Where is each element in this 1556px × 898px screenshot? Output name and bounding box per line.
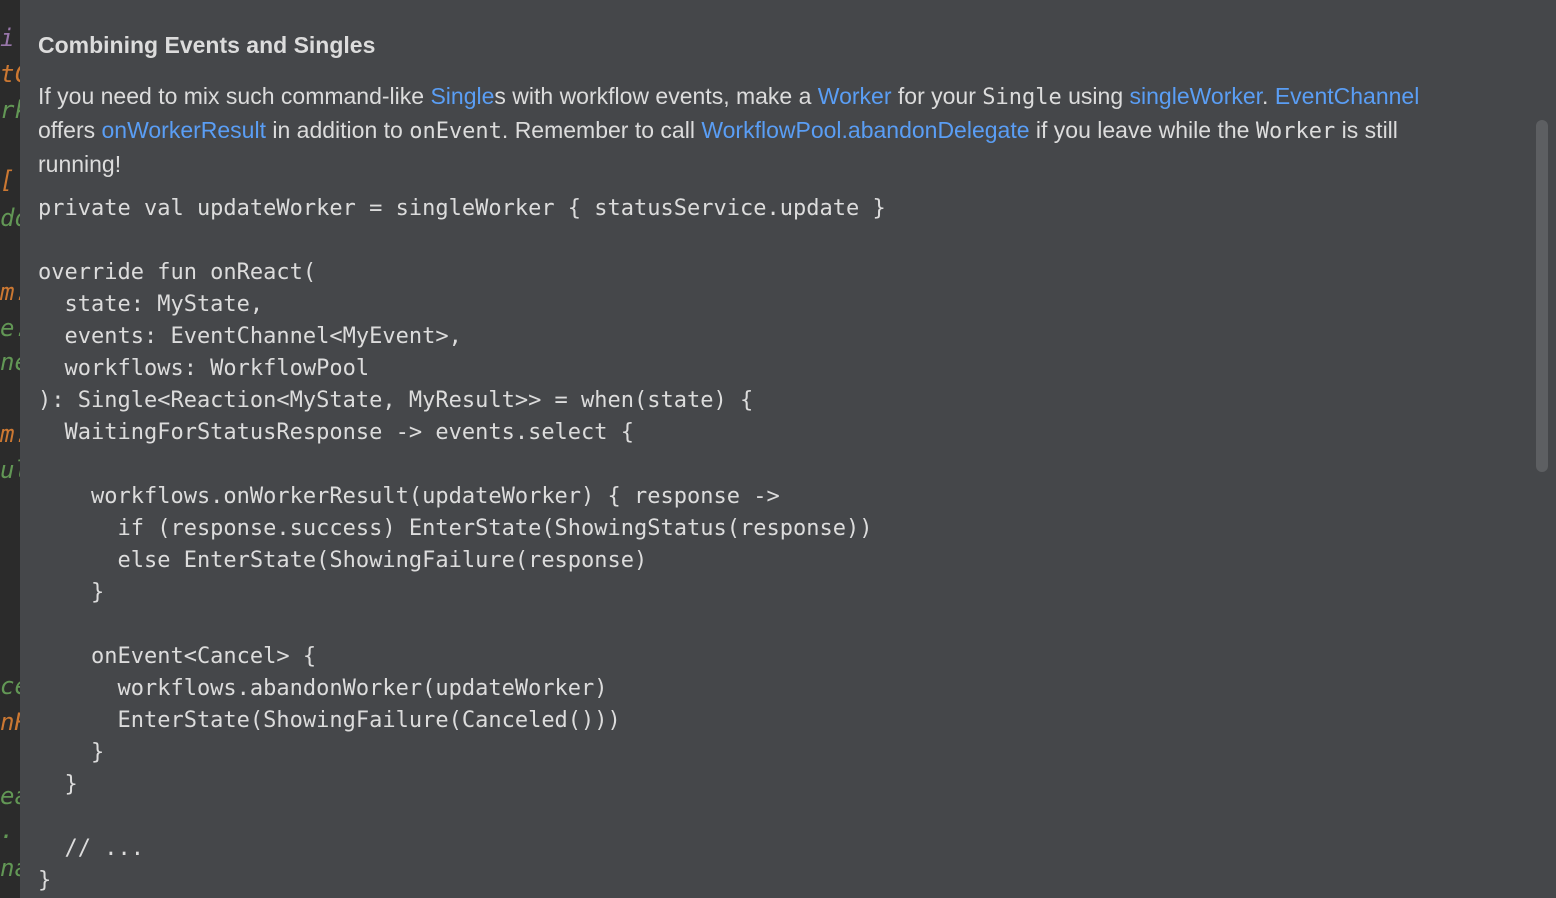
gutter-code-fragment: do: [0, 204, 20, 232]
documentation-popup: Combining Events and Singles If you need…: [20, 0, 1556, 898]
inline-code-worker: Worker: [1255, 119, 1336, 144]
link-event-channel[interactable]: EventChannel: [1275, 83, 1420, 109]
gutter-code-fragment: e.: [0, 314, 20, 342]
gutter-code-fragment: tC: [0, 60, 20, 88]
vertical-scrollbar-thumb[interactable]: [1536, 120, 1548, 472]
gutter-code-fragment: rk: [0, 96, 20, 124]
code-sample: private val updateWorker = singleWorker …: [38, 196, 886, 893]
gutter-code-fragment: m.: [0, 420, 20, 448]
doc-text: in addition to: [265, 117, 410, 143]
gutter-code-fragment: ea: [0, 782, 20, 810]
doc-text: . Remember to call: [501, 117, 702, 143]
gutter-code-fragment: .: [0, 816, 15, 844]
doc-text: if you leave while the: [1029, 117, 1256, 143]
link-abandon-delegate[interactable]: WorkflowPool.abandonDelegate: [701, 117, 1029, 143]
gutter-code-fragment: m.: [0, 278, 20, 306]
link-worker[interactable]: Worker: [818, 83, 892, 109]
inline-code-on-event: onEvent: [409, 119, 502, 144]
doc-text: using: [1061, 83, 1130, 109]
doc-paragraph: If you need to mix such command-like Sin…: [38, 80, 1458, 180]
link-single-worker[interactable]: singleWorker: [1130, 83, 1263, 109]
gutter-code-fragment: nR: [0, 708, 20, 736]
editor-background: i tC rk [ do m. e. ne m. ul ce nR ea . n…: [0, 0, 20, 898]
gutter-code-fragment: ne: [0, 348, 20, 376]
inline-code-single: Single: [982, 85, 1062, 110]
gutter-code-fragment: i: [0, 24, 15, 52]
gutter-code-fragment: ul: [0, 456, 20, 484]
gutter-code-fragment: na: [0, 854, 20, 882]
doc-text: for your: [891, 83, 983, 109]
doc-content: Combining Events and Singles If you need…: [38, 28, 1498, 897]
doc-text: If you need to mix such command-like: [38, 83, 431, 109]
gutter-code-fragment: ce: [0, 672, 20, 700]
doc-title: Combining Events and Singles: [38, 32, 376, 58]
doc-text: .: [1262, 83, 1275, 109]
link-single[interactable]: Single: [430, 83, 494, 109]
doc-text: s with workflow events, make a: [494, 83, 818, 109]
doc-text: offers: [38, 117, 102, 143]
gutter-code-fragment: [: [0, 166, 15, 194]
link-on-worker-result[interactable]: onWorkerResult: [102, 117, 266, 143]
